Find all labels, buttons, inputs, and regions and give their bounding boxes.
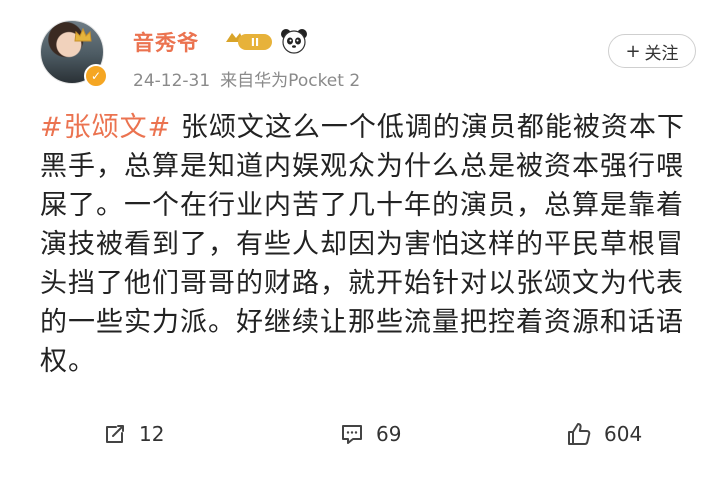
like-button[interactable]: 604: [566, 418, 642, 450]
level-badge-icon: II: [226, 33, 272, 50]
post-source: 来自华为Pocket 2: [220, 71, 361, 91]
post-body: 张颂文这么一个低调的演员都能被资本下黑手，总算是知道内娱观众为什么总是被资本强行…: [40, 112, 685, 377]
panda-icon: [281, 29, 307, 54]
weibo-post: ✓ 音秀爷 II 24-12-31 来自华为Pocket 2 + 关注 #张颂文#…: [0, 0, 719, 480]
crown-icon: [74, 28, 92, 42]
avatar-container[interactable]: ✓: [40, 20, 108, 88]
verified-badge-icon: ✓: [84, 64, 108, 88]
hashtag-link[interactable]: #张颂文#: [40, 112, 171, 143]
comment-button[interactable]: 69: [340, 418, 401, 450]
follow-button[interactable]: + 关注: [608, 34, 696, 68]
repost-count: 12: [139, 422, 165, 446]
post-meta: 24-12-31 来自华为Pocket 2: [133, 66, 360, 91]
plus-icon: +: [625, 40, 641, 62]
comment-count: 69: [376, 422, 402, 446]
like-count: 604: [604, 422, 643, 446]
repost-icon: [106, 425, 124, 443]
repost-button[interactable]: 12: [103, 418, 164, 450]
post-timestamp[interactable]: 24-12-31: [133, 71, 210, 91]
comment-icon: [342, 425, 362, 444]
level-text: II: [251, 36, 259, 49]
follow-label: 关注: [644, 43, 679, 64]
thumbs-up-icon: [568, 423, 591, 445]
post-content: #张颂文# 张颂文这么一个低调的演员都能被资本下黑手，总算是知道内娱观众为什么总…: [40, 108, 690, 381]
username[interactable]: 音秀爷: [133, 27, 199, 57]
